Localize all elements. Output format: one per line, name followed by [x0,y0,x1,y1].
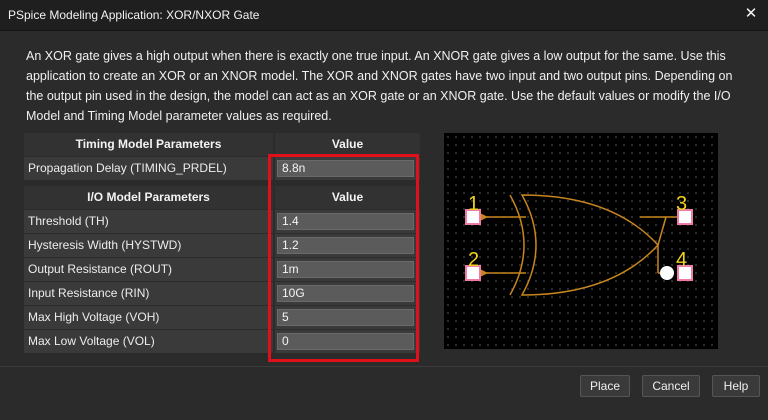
window-title: PSpice Modeling Application: XOR/NXOR Ga… [8,8,260,22]
pin-label-4: 4 [676,249,687,271]
pin-label-1: 1 [468,193,479,215]
place-button[interactable]: Place [580,375,630,397]
help-button[interactable]: Help [712,375,760,397]
xor-curve [509,194,525,296]
timing-value-header: Value [275,133,420,156]
param-label: Output Resistance (ROUT) [24,258,273,281]
pin-label-3: 3 [676,193,687,215]
close-icon[interactable]: ✕ [742,5,760,23]
param-label: Input Resistance (RIN) [24,282,273,305]
cancel-button[interactable]: Cancel [642,375,700,397]
param-label: Max High Voltage (VOH) [24,306,273,329]
param-label: Max Low Voltage (VOL) [24,330,273,353]
output-bubble [660,266,674,280]
pin-label-2: 2 [468,249,479,271]
description-text: An XOR gate gives a high output when the… [26,49,733,123]
param-label: Threshold (TH) [24,210,273,233]
gate-body [520,194,660,296]
param-label: Propagation Delay (TIMING_PRDEL) [24,157,273,180]
footer-divider [0,366,768,367]
title-bar: PSpice Modeling Application: XOR/NXOR Ga… [0,0,768,31]
io-param-header: I/O Model Parameters [24,186,273,209]
gate-schematic: 1 2 3 4 [444,133,718,349]
highlight-box [268,154,419,362]
param-label: Hysteresis Width (HYSTWD) [24,234,273,257]
xor-gate-symbol: 1 2 3 4 [465,193,693,296]
timing-param-header: Timing Model Parameters [24,133,273,156]
